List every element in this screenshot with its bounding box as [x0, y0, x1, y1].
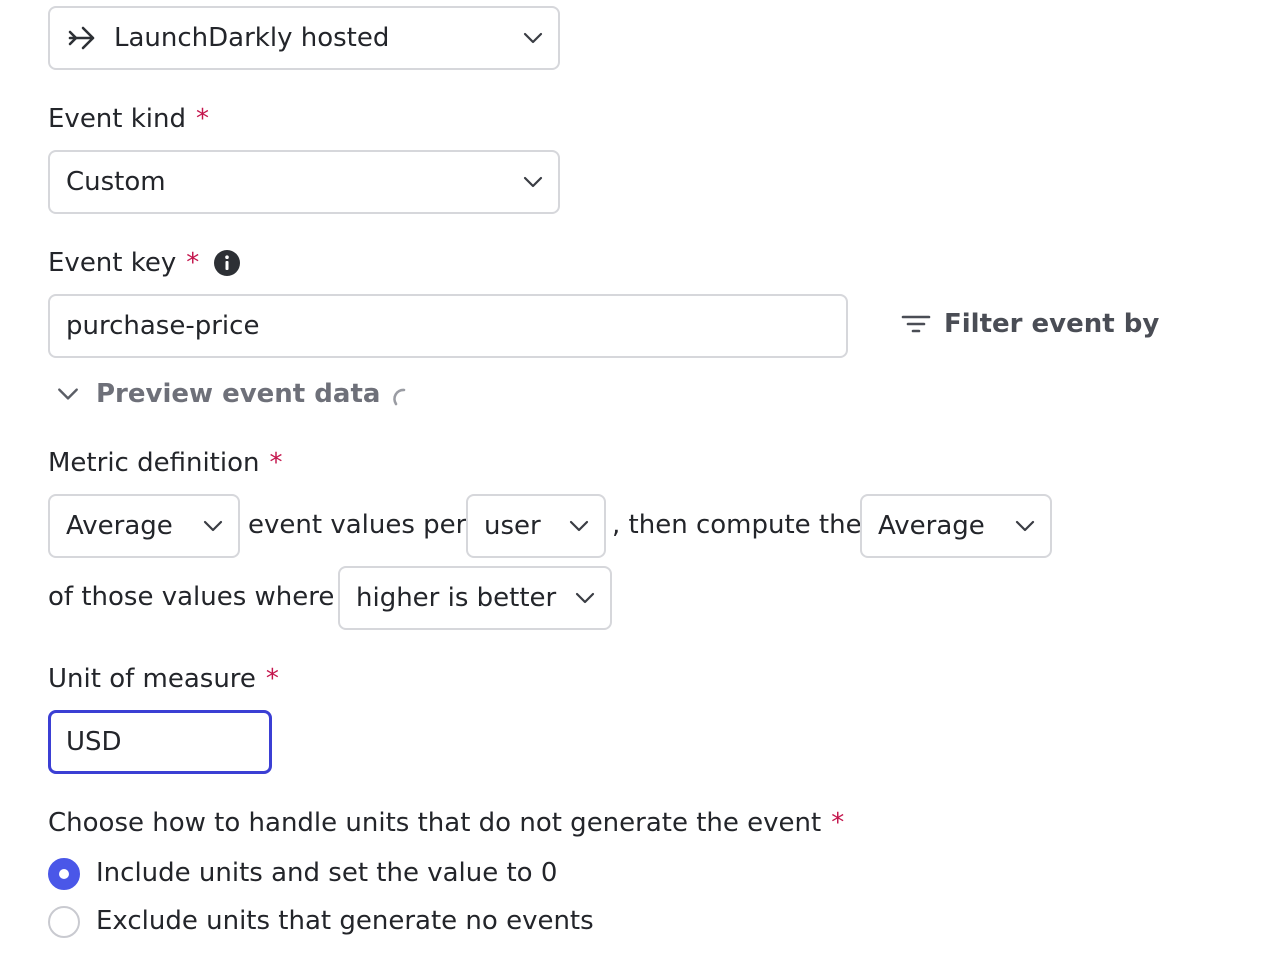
unit-of-measure-value: USD [66, 727, 122, 757]
exclude-units-radio[interactable] [48, 906, 80, 938]
include-units-radio[interactable] [48, 858, 80, 890]
metric-text-of-those-values: of those values where [48, 582, 335, 612]
required-mark: * [831, 808, 845, 838]
direction-select[interactable]: higher is better [338, 566, 612, 630]
statistic-value: Average [878, 511, 985, 541]
chevron-down-icon [575, 592, 595, 604]
info-icon[interactable] [213, 249, 241, 277]
event-kind-label: Event kind * [48, 104, 210, 134]
unit-value: user [484, 511, 541, 541]
chevron-down-icon [523, 176, 543, 188]
data-source-select[interactable]: LaunchDarkly hosted [48, 6, 560, 70]
unit-of-measure-input[interactable]: USD [48, 710, 272, 774]
exclude-units-label[interactable]: Exclude units that generate no events [96, 906, 594, 936]
aggregate-value: Average [66, 511, 173, 541]
loading-spinner-icon [393, 388, 406, 406]
event-key-input[interactable]: purchase-price [48, 294, 848, 358]
chevron-down-icon [1015, 520, 1035, 532]
metric-text-then-compute: , then compute the [612, 510, 862, 540]
data-source-value: LaunchDarkly hosted [114, 23, 390, 53]
filter-icon [901, 315, 931, 333]
event-key-label: Event key * [48, 248, 241, 278]
required-mark: * [186, 248, 200, 278]
aggregate-select[interactable]: Average [48, 494, 240, 558]
preview-event-data-label: Preview event data [96, 379, 381, 409]
event-key-value: purchase-price [66, 311, 260, 341]
statistic-select[interactable]: Average [860, 494, 1052, 558]
filter-event-button[interactable]: Filter event by [900, 308, 1159, 340]
required-mark: * [196, 104, 210, 134]
metric-text-event-values: event values per [248, 510, 467, 540]
chevron-down-icon [523, 32, 543, 44]
direction-value: higher is better [356, 583, 557, 613]
chevron-down-icon [203, 520, 223, 532]
arrow-right-icon [68, 26, 95, 50]
required-mark: * [269, 448, 283, 478]
unit-select[interactable]: user [466, 494, 606, 558]
chevron-down-icon [58, 388, 78, 400]
filter-event-label: Filter event by [944, 309, 1160, 339]
event-kind-select[interactable]: Custom [48, 150, 560, 214]
missing-units-label: Choose how to handle units that do not g… [48, 808, 845, 838]
preview-event-data-toggle[interactable]: Preview event data [56, 378, 414, 410]
metric-definition-label: Metric definition * [48, 448, 283, 478]
include-units-label[interactable]: Include units and set the value to 0 [96, 858, 557, 888]
event-kind-value: Custom [66, 167, 166, 197]
unit-of-measure-label: Unit of measure * [48, 664, 279, 694]
chevron-down-icon [569, 520, 589, 532]
required-mark: * [265, 664, 279, 694]
